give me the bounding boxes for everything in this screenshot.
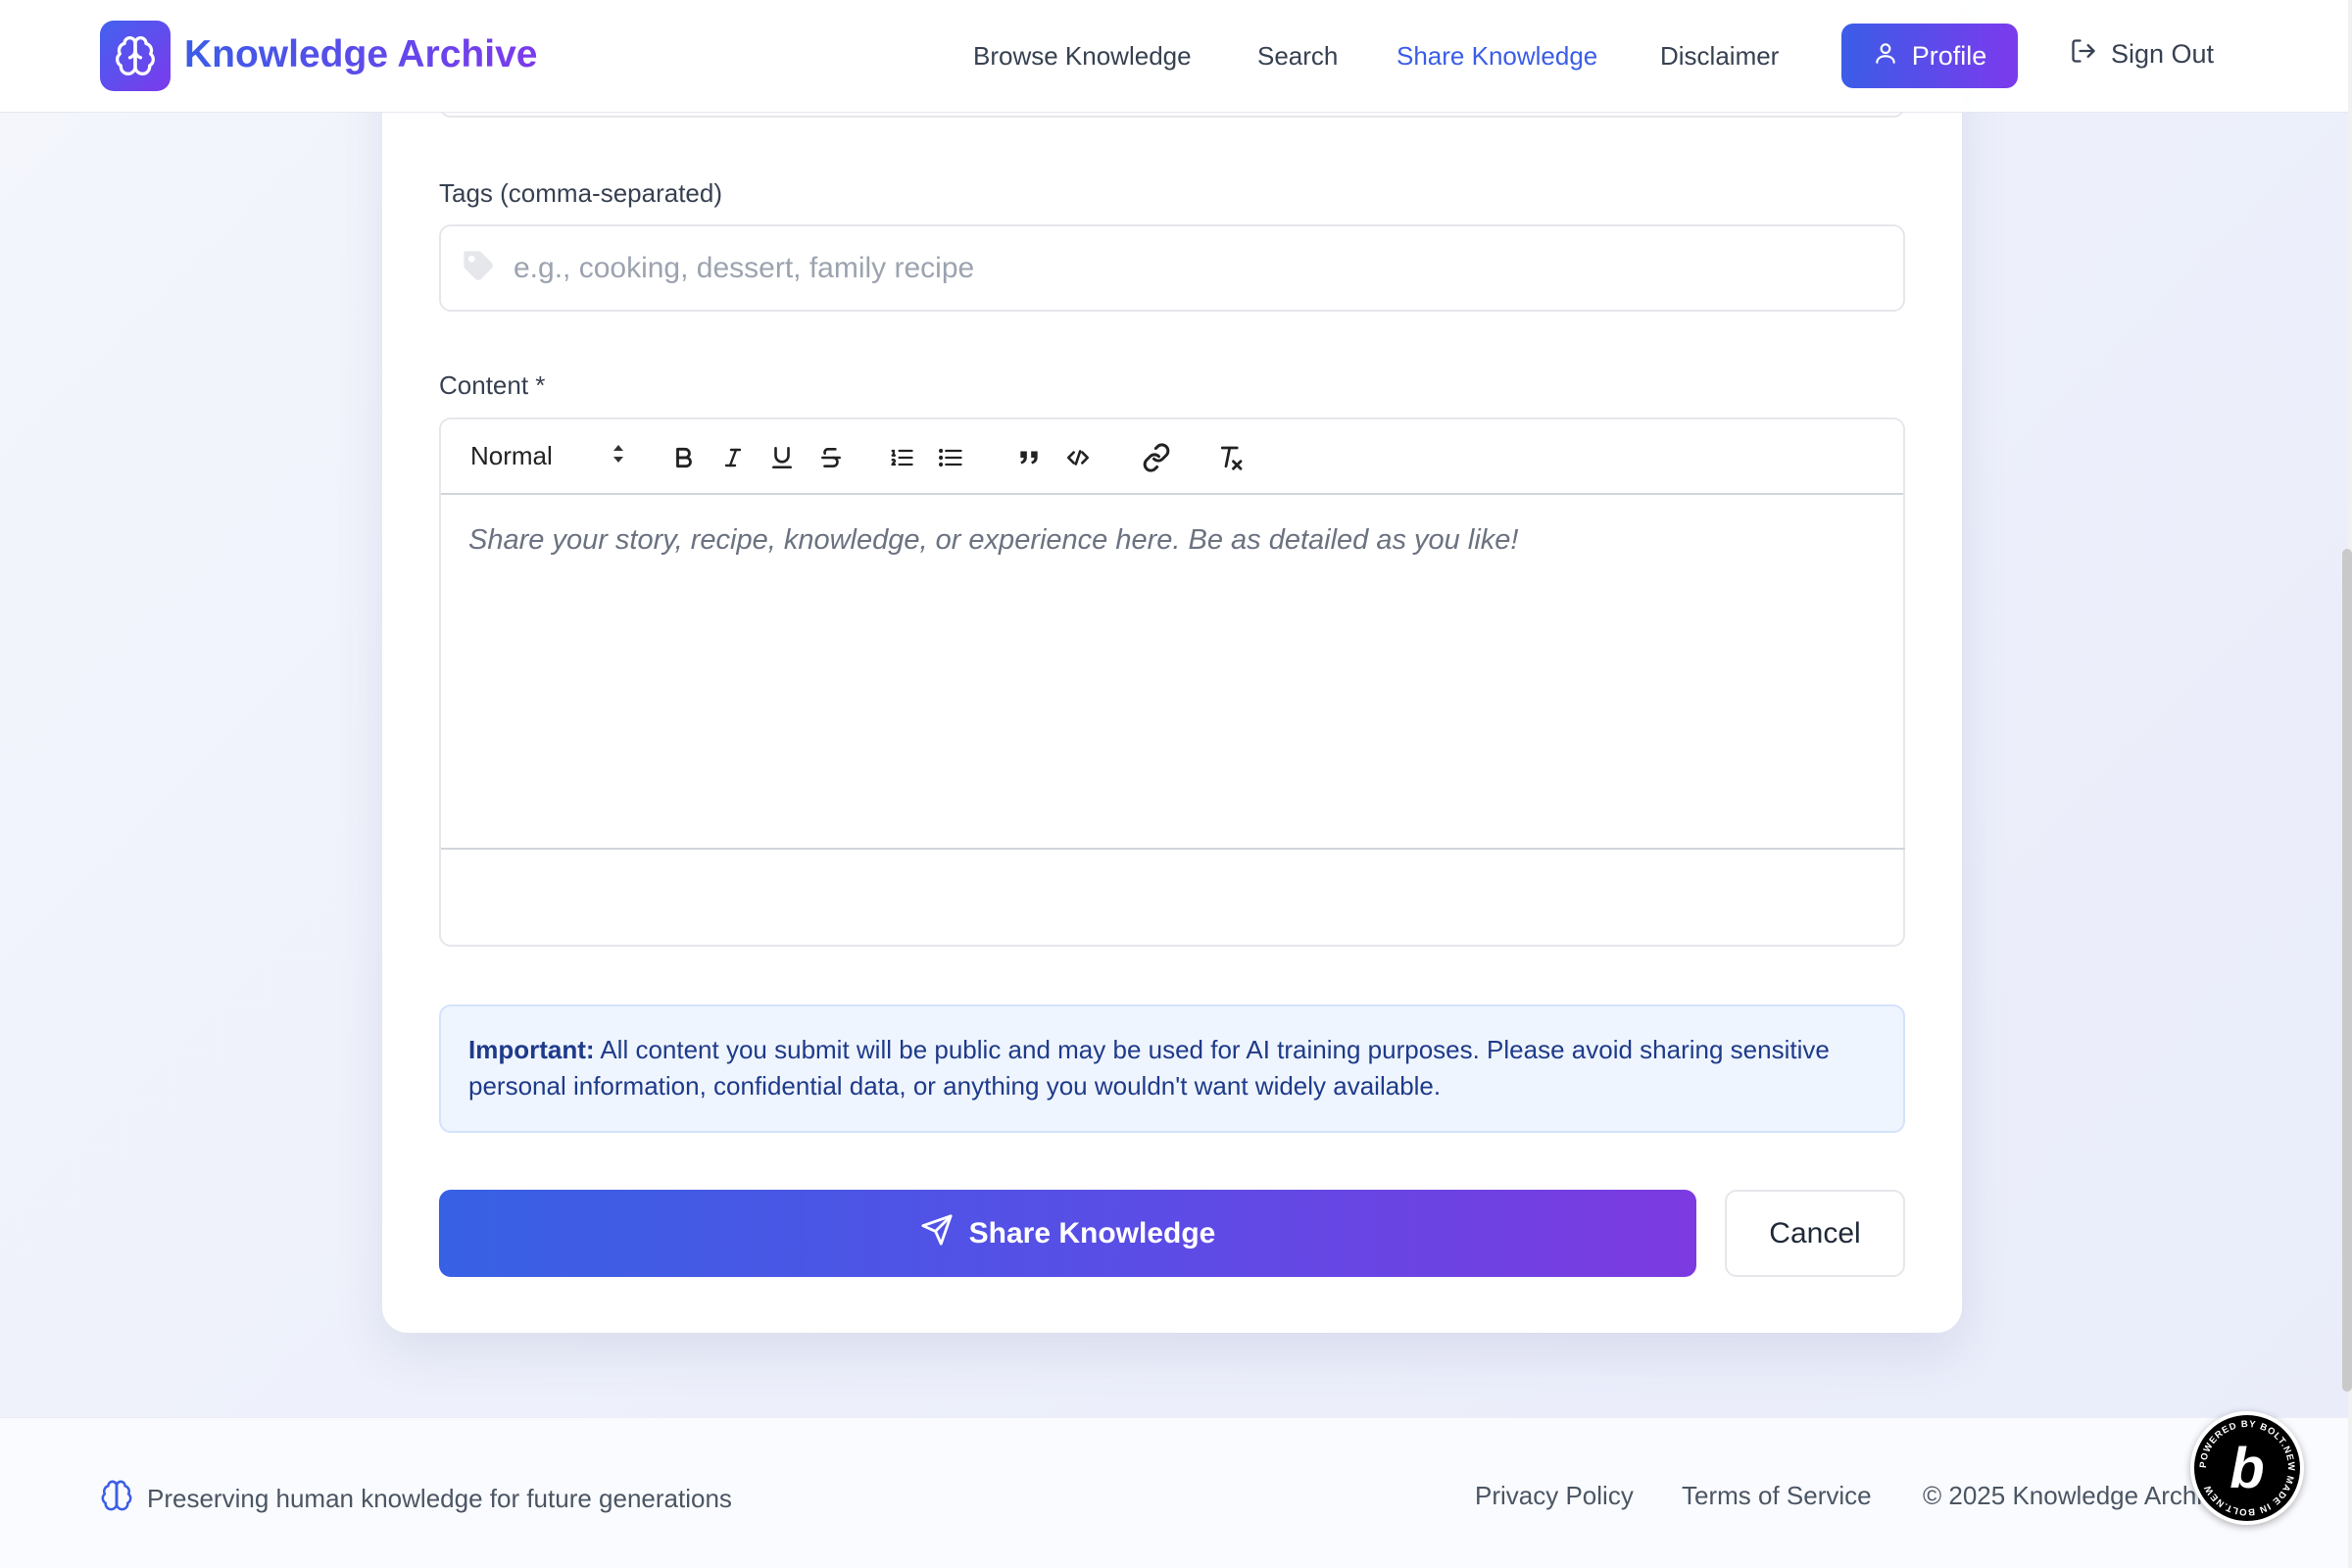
tag-icon [461,248,496,288]
log-out-icon [2070,37,2097,72]
badge-ring-text: POWERED BY BOLT.NEW MADE IN BOLT.NEW [2198,1419,2296,1517]
brain-icon [100,1479,133,1519]
site-title[interactable]: Knowledge Archive [184,33,537,76]
notice-title: Important: [468,1035,595,1064]
content-editor-area[interactable]: Share your story, recipe, knowledge, or … [441,495,1905,850]
scrollbar-thumb[interactable] [2342,549,2352,1392]
notice-text: All content you submit will be public an… [468,1035,1830,1101]
link-icon[interactable] [1139,441,1174,474]
nav-browse-knowledge[interactable]: Browse Knowledge [973,41,1192,72]
format-select[interactable]: Normal [470,441,625,471]
content-label: Content * [439,370,546,400]
svg-text:POWERED BY BOLT.NEW MADE IN BO: POWERED BY BOLT.NEW MADE IN BOLT.NEW [2198,1419,2296,1517]
editor-toolbar: Normal [441,419,1903,495]
content-placeholder: Share your story, recipe, knowledge, or … [468,524,1519,556]
profile-button[interactable]: Profile [1841,24,2018,88]
tags-field[interactable] [439,224,1905,312]
select-arrows-icon [612,441,625,471]
footer-tagline-group: Preserving human knowledge for future ge… [100,1479,732,1519]
bold-icon[interactable] [666,441,702,474]
privacy-policy-link[interactable]: Privacy Policy [1475,1481,1634,1511]
page-footer: Preserving human knowledge for future ge… [0,1417,2348,1568]
public-content-notice: Important: All content you submit will b… [439,1004,1905,1133]
send-icon [920,1213,954,1254]
nav-share-knowledge[interactable]: Share Knowledge [1396,41,1597,72]
bullet-list-icon[interactable] [933,441,968,474]
underline-icon[interactable] [764,441,800,474]
terms-of-service-link[interactable]: Terms of Service [1682,1481,1872,1511]
bolt-badge[interactable]: POWERED BY BOLT.NEW MADE IN BOLT.NEW b [2190,1411,2304,1525]
clear-format-icon[interactable] [1213,441,1249,474]
tags-label: Tags (comma-separated) [439,178,722,208]
footer-tagline: Preserving human knowledge for future ge… [147,1484,732,1513]
rich-text-editor: Normal Share your story, recipe, knowled… [439,417,1905,947]
sign-out-label: Sign Out [2111,39,2215,69]
brain-logo-icon[interactable] [100,21,171,91]
nav-disclaimer[interactable]: Disclaimer [1660,41,1779,72]
share-knowledge-label: Share Knowledge [968,1216,1216,1250]
ordered-list-icon[interactable] [884,441,919,474]
nav-search[interactable]: Search [1257,41,1338,72]
code-icon[interactable] [1060,441,1096,474]
italic-icon[interactable] [715,441,751,474]
cancel-button[interactable]: Cancel [1725,1190,1905,1277]
user-icon [1873,40,1898,73]
profile-label: Profile [1911,40,1987,71]
format-select-value: Normal [470,441,553,470]
sign-out-button[interactable]: Sign Out [2070,37,2214,72]
blockquote-icon[interactable] [1011,441,1047,474]
top-navbar: Knowledge Archive Browse Knowledge Searc… [0,0,2348,113]
tags-input[interactable] [514,251,1788,285]
strike-icon[interactable] [813,441,849,474]
copyright-text: © 2025 Knowledge Archive [1923,1481,2202,1510]
share-knowledge-button[interactable]: Share Knowledge [439,1190,1696,1277]
